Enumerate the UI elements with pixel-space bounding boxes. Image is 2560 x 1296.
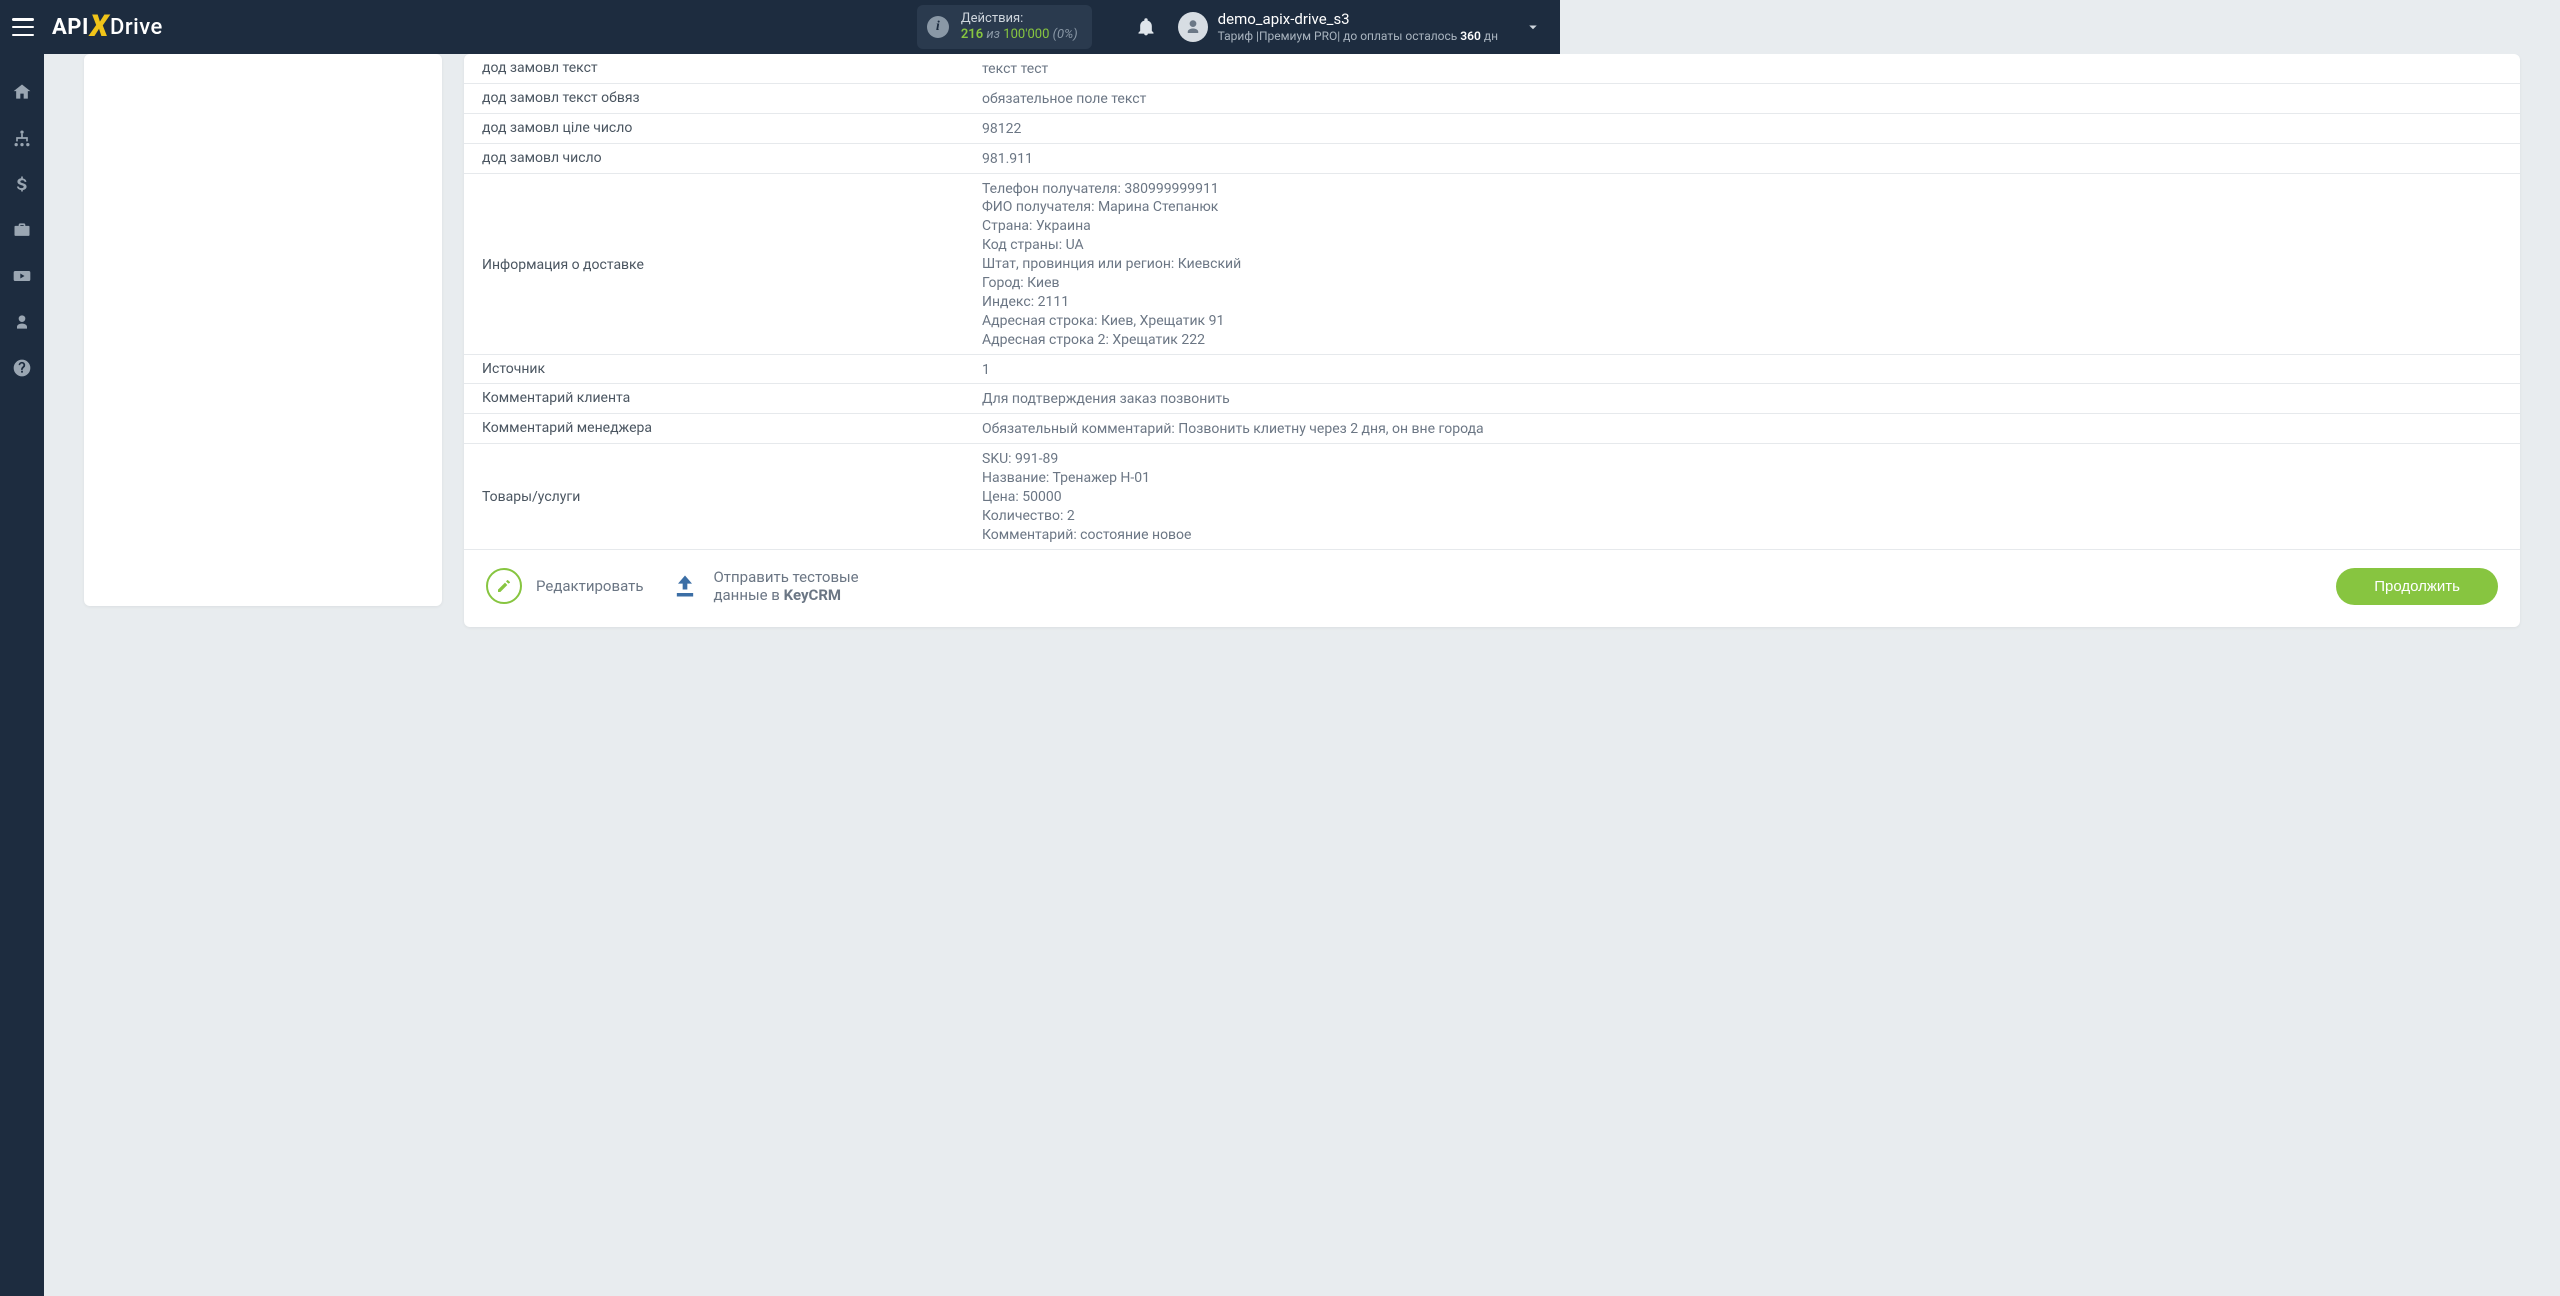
video-icon[interactable] (12, 266, 32, 286)
field-label: дод замовл ціле число (482, 118, 982, 136)
info-icon: i (927, 16, 949, 38)
actions-limit: 100'000 (1003, 27, 1049, 42)
table-row: дод замовл число981.911 (464, 144, 2520, 174)
actions-label: Действия: (961, 11, 1078, 27)
send-line1: Отправить тестовые (713, 568, 858, 587)
user-text: demo_apix-drive_s3 Тариф |Премиум PRO| д… (1218, 10, 1498, 44)
data-table: дод замовл тексттекст тестдод замовл тек… (464, 54, 2520, 550)
field-value: Телефон получателя: 380999999911 ФИО пол… (982, 178, 2502, 350)
logo[interactable]: API X Drive (52, 10, 163, 45)
tariff-line: Тариф |Премиум PRO| до оплаты осталось 3… (1218, 29, 1498, 44)
connections-icon[interactable] (12, 128, 32, 148)
field-label: Комментарий клиента (482, 388, 982, 406)
table-row: дод замовл текст обвязобязательное поле … (464, 84, 2520, 114)
field-value: 1 (982, 359, 2502, 380)
actions-of: из (986, 27, 1000, 42)
main-area: дод замовл тексттекст тестдод замовл тек… (44, 54, 2560, 1296)
upload-icon (669, 572, 701, 600)
table-row: Комментарий менеджераОбязательный коммен… (464, 414, 2520, 444)
actions-text: Действия: 216 из 100'000 (0%) (961, 11, 1078, 44)
field-value: текст тест (982, 58, 2502, 79)
side-rail (0, 54, 44, 1296)
field-value: обязательное поле текст (982, 88, 2502, 109)
field-label: Комментарий менеджера (482, 418, 982, 436)
help-icon[interactable] (12, 358, 32, 378)
send-test-data-button[interactable]: Отправить тестовые данные в KeyCRM (669, 568, 858, 606)
table-row: Информация о доставкеТелефон получателя:… (464, 174, 2520, 355)
account-icon[interactable] (12, 312, 32, 332)
left-panel (84, 54, 442, 606)
tariff-suffix: дн (1481, 29, 1498, 43)
actions-pct: (0%) (1053, 27, 1078, 42)
field-label: Информация о доставке (482, 255, 982, 273)
continue-button[interactable]: Продолжить (2336, 568, 2498, 605)
table-row: Источник1 (464, 355, 2520, 385)
billing-icon[interactable] (12, 174, 32, 194)
pencil-icon (486, 568, 522, 604)
actions-counter[interactable]: i Действия: 216 из 100'000 (0%) (917, 5, 1092, 50)
right-panel: дод замовл тексттекст тестдод замовл тек… (464, 54, 2520, 627)
field-value: SKU: 991-89 Название: Тренажер H-01 Цена… (982, 448, 2502, 544)
table-row: дод замовл тексттекст тест (464, 54, 2520, 84)
field-label: дод замовл текст обвяз (482, 88, 982, 106)
username: demo_apix-drive_s3 (1218, 10, 1498, 29)
table-row: дод замовл ціле число98122 (464, 114, 2520, 144)
field-label: дод замовл текст (482, 58, 982, 76)
briefcase-icon[interactable] (12, 220, 32, 240)
actions-count: 216 (961, 27, 983, 42)
logo-x-icon: X (90, 9, 109, 44)
send-brand: KeyCRM (784, 586, 841, 604)
action-row: Редактировать Отправить тестовые данные … (464, 550, 2520, 606)
logo-drive: Drive (110, 15, 163, 40)
table-row: Товары/услугиSKU: 991-89 Название: Трена… (464, 444, 2520, 549)
topbar: API X Drive i Действия: 216 из 100'000 (… (0, 0, 1560, 54)
field-value: Для подтверждения заказ позвонить (982, 388, 2502, 409)
edit-label: Редактировать (536, 577, 643, 595)
home-icon[interactable] (12, 82, 32, 102)
field-label: дод замовл число (482, 148, 982, 166)
notifications-icon[interactable] (1136, 17, 1156, 37)
logo-api: API (52, 15, 89, 40)
tariff-prefix: Тариф |Премиум PRO| до оплаты осталось (1218, 29, 1461, 43)
send-line2-prefix: данные в (713, 586, 783, 604)
chevron-down-icon[interactable] (1524, 18, 1542, 36)
field-value: 98122 (982, 118, 2502, 139)
tariff-days: 360 (1460, 29, 1481, 43)
avatar-icon (1178, 12, 1208, 42)
user-menu[interactable]: demo_apix-drive_s3 Тариф |Премиум PRO| д… (1178, 10, 1498, 44)
send-test-label: Отправить тестовые данные в KeyCRM (713, 568, 858, 606)
field-value: Обязательный комментарий: Позвонить клие… (982, 418, 2502, 439)
edit-button[interactable]: Редактировать (486, 568, 643, 604)
menu-toggle-icon[interactable] (12, 18, 34, 36)
table-row: Комментарий клиентаДля подтверждения зак… (464, 384, 2520, 414)
field-label: Источник (482, 359, 982, 377)
field-value: 981.911 (982, 148, 2502, 169)
field-label: Товары/услуги (482, 487, 982, 505)
